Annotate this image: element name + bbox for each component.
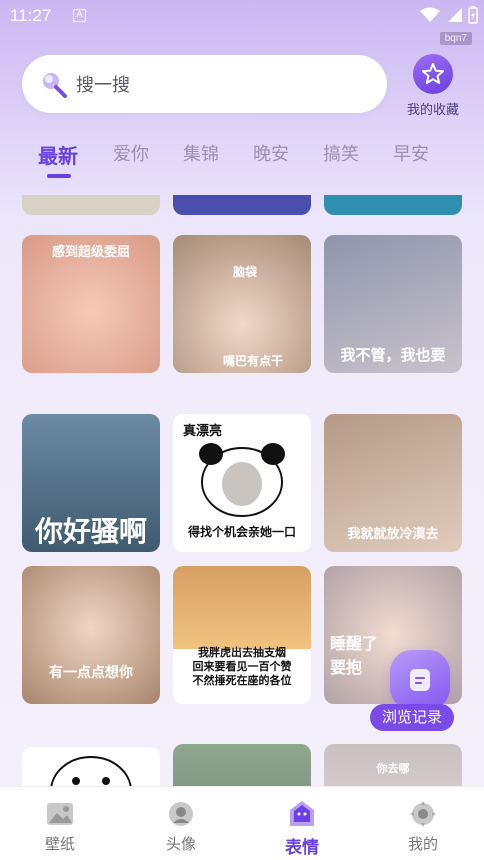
- sticker-caption: 感到超级委屈: [51, 245, 130, 260]
- sticker-caption: 要抱: [330, 658, 363, 677]
- status-bar: 11:27 A: [0, 0, 484, 32]
- debug-tag: bqn7: [439, 32, 472, 45]
- sticker-card[interactable]: [22, 195, 160, 215]
- sticker-card[interactable]: 真漂亮 得找个机会亲她一口: [173, 414, 311, 552]
- nav-profile[interactable]: 我的: [383, 787, 463, 854]
- nav-label: 头像: [165, 835, 196, 853]
- nav-label: 表情: [285, 838, 319, 858]
- sticker-caption: 我就就放冷漠去: [347, 527, 439, 542]
- sticker-card[interactable]: 你去哪: [324, 744, 462, 790]
- sticker-caption: 你好骚啊: [34, 515, 147, 548]
- sticker-caption: 不然捶死在座的各位: [192, 674, 292, 687]
- search-bar[interactable]: 搜一搜: [22, 55, 387, 113]
- my-favorites-button[interactable]: 我的收藏: [400, 54, 466, 118]
- magic-search-icon: [43, 73, 67, 98]
- history-fab[interactable]: [390, 650, 450, 710]
- category-tabs: 最新 爱你 集锦 晚安 搞笑 早安: [0, 140, 484, 180]
- sticker-card[interactable]: 你好骚啊: [22, 414, 160, 552]
- sticker-card[interactable]: [324, 195, 462, 215]
- nav-emoji[interactable]: 表情: [262, 787, 342, 858]
- tab-funny[interactable]: 搞笑: [323, 140, 359, 166]
- sticker-card[interactable]: [173, 195, 311, 215]
- wallpaper-icon: [45, 799, 75, 829]
- tab-goodnight[interactable]: 晚安: [253, 140, 289, 166]
- emoji-icon: [287, 799, 317, 829]
- tab-love[interactable]: 爱你: [113, 140, 149, 166]
- document-icon: [410, 669, 430, 691]
- sticker-caption: 你去哪: [376, 762, 410, 775]
- signal-icon: [448, 8, 462, 22]
- sticker-card[interactable]: 有一点点想你: [22, 566, 160, 704]
- tab-collection[interactable]: 集锦: [183, 140, 219, 166]
- profile-icon: [408, 799, 438, 829]
- nav-label: 壁纸: [44, 835, 75, 853]
- star-icon: [413, 54, 453, 94]
- sticker-card[interactable]: 我就就放冷漠去: [324, 414, 462, 552]
- sticker-caption: 脑袋: [233, 265, 258, 279]
- sticker-caption: 有一点点想你: [49, 665, 133, 681]
- nav-avatar[interactable]: 头像: [141, 787, 221, 854]
- battery-icon: [468, 6, 478, 24]
- sticker-caption: 嘴巴有点干: [223, 354, 284, 368]
- tab-latest[interactable]: 最新: [38, 140, 78, 169]
- sticker-caption: 真漂亮: [183, 424, 223, 439]
- active-tab-indicator: [47, 174, 71, 178]
- wifi-icon: [420, 7, 440, 22]
- bottom-nav: 壁纸 头像 表情 我的: [0, 786, 484, 860]
- sticker-caption: 我不管，我也要: [340, 346, 446, 364]
- sticker-card[interactable]: 脑袋 嘴巴有点干: [173, 235, 311, 373]
- panda-face-icon: [199, 443, 285, 517]
- sticker-card[interactable]: 我胖虎出去抽支烟 回来要看见一百个赞 不然捶死在座的各位: [173, 566, 311, 704]
- favorites-label: 我的收藏: [406, 103, 459, 118]
- tab-morning[interactable]: 早安: [393, 140, 429, 166]
- sticker-card[interactable]: 感到超级委屈: [22, 235, 160, 373]
- bear-face-icon: [50, 756, 132, 790]
- notification-a-icon: A: [73, 9, 86, 22]
- search-placeholder: 搜一搜: [76, 75, 130, 96]
- sticker-caption: 得找个机会亲她一口: [187, 525, 296, 539]
- nav-wallpaper[interactable]: 壁纸: [20, 787, 100, 854]
- sticker-card[interactable]: [173, 744, 311, 790]
- system-icons: [420, 6, 478, 24]
- sticker-card[interactable]: 我不管，我也要: [324, 235, 462, 373]
- avatar-icon: [166, 799, 196, 829]
- status-time: 11:27: [10, 6, 52, 25]
- nav-label: 我的: [407, 835, 438, 853]
- browse-history-button[interactable]: 浏览记录: [370, 704, 455, 731]
- sticker-card[interactable]: [22, 747, 160, 790]
- sticker-caption: 睡醒了: [330, 634, 379, 653]
